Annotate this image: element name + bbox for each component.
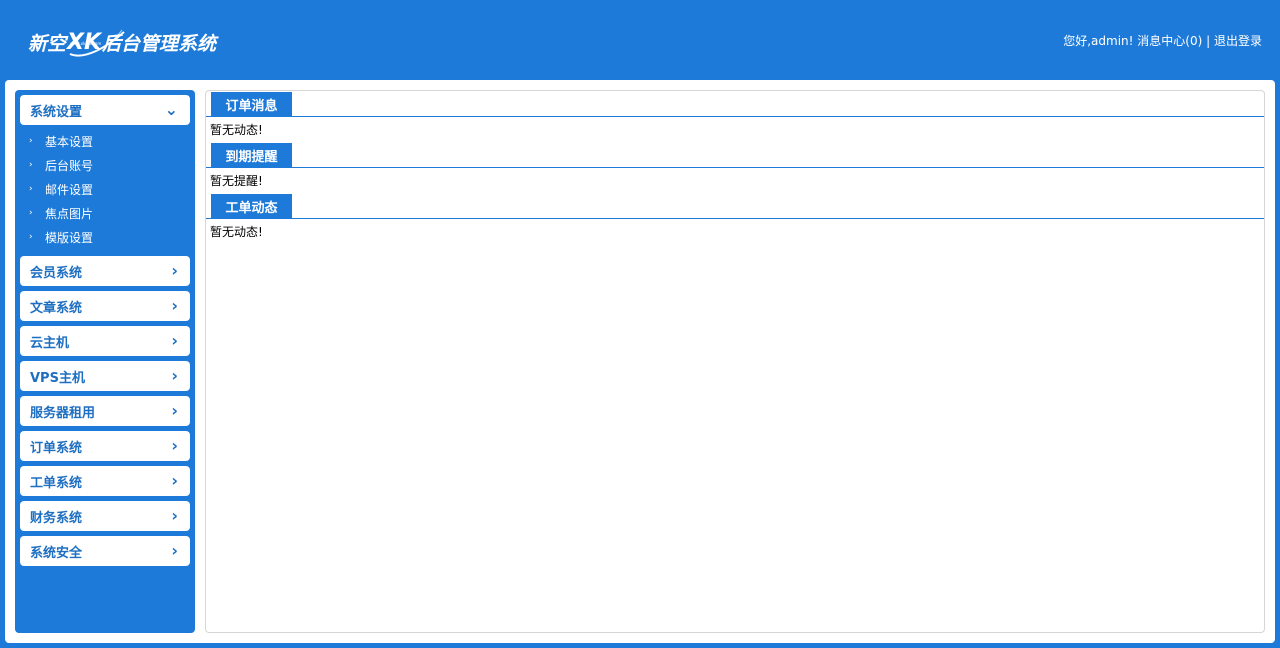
menu-head-server-rental[interactable]: 服务器租用 › — [20, 396, 190, 426]
submenu-item-basic-settings[interactable]: › 基本设置 — [15, 129, 195, 153]
section-title: 工单动态 — [211, 194, 292, 219]
logo-subtext: www.xknix.com — [70, 41, 102, 46]
bullet-arrow-icon: › — [29, 160, 33, 170]
menu-head-label: VPS主机 — [30, 370, 85, 386]
section-title: 订单消息 — [211, 92, 292, 117]
chevron-right-icon: › — [171, 366, 178, 385]
menu-group-vps: VPS主机 › — [15, 361, 195, 391]
menu-group-tickets: 工单系统 › — [15, 466, 195, 496]
bullet-arrow-icon: › — [29, 136, 33, 146]
menu-group-finance: 财务系统 › — [15, 501, 195, 531]
bullet-arrow-icon: › — [29, 232, 33, 242]
submenu-item-label: 基本设置 — [45, 134, 94, 149]
bullet-arrow-icon: › — [29, 208, 33, 218]
chevron-right-icon: › — [171, 541, 178, 560]
chevron-right-icon: › — [171, 331, 178, 350]
menu-head-label: 服务器租用 — [30, 405, 96, 421]
menu-head-label: 系统设置 — [30, 104, 83, 120]
greeting-text: 您好,admin! — [1063, 34, 1134, 48]
header: 新空 XK 后台管理系统 www.xknix.com 您好,admin! 消息中… — [0, 0, 1280, 80]
submenu-item-label: 邮件设置 — [45, 182, 94, 197]
menu-group-security: 系统安全 › — [15, 536, 195, 566]
menu-group-orders: 订单系统 › — [15, 431, 195, 461]
menu-group-cloud-host: 云主机 › — [15, 326, 195, 356]
submenu-item-admin-accounts[interactable]: › 后台账号 — [15, 153, 195, 177]
section-header-expiry: 到期提醒 — [206, 142, 1264, 168]
section-body-tickets: 暂无动态! — [210, 225, 263, 239]
submenu-item-focus-images[interactable]: › 焦点图片 — [15, 201, 195, 225]
menu-head-label: 会员系统 — [30, 265, 83, 281]
submenu-system-settings: › 基本设置 › 后台账号 › 邮件设置 › 焦点图片 › 模版设置 — [15, 125, 195, 251]
menu-head-members[interactable]: 会员系统 › — [20, 256, 190, 286]
menu-head-tickets[interactable]: 工单系统 › — [20, 466, 190, 496]
chevron-down-icon: ⌄ — [164, 100, 178, 119]
menu-head-label: 系统安全 — [30, 545, 83, 561]
menu-head-label: 文章系统 — [30, 300, 83, 316]
top-links: 您好,admin! 消息中心(0) | 退出登录 — [1063, 32, 1262, 49]
chevron-right-icon: › — [171, 471, 178, 490]
menu-head-system-settings[interactable]: 系统设置 ⌄ — [20, 95, 190, 125]
chevron-right-icon: › — [171, 506, 178, 525]
section-header-orders: 订单消息 — [206, 91, 1264, 117]
menu-group-server-rental: 服务器租用 › — [15, 396, 195, 426]
submenu-item-label: 模版设置 — [45, 230, 94, 245]
menu-head-security[interactable]: 系统安全 › — [20, 536, 190, 566]
chevron-right-icon: › — [171, 436, 178, 455]
section-body-orders: 暂无动态! — [210, 123, 263, 137]
submenu-item-label: 后台账号 — [45, 158, 94, 173]
chevron-right-icon: › — [171, 261, 178, 280]
menu-head-vps[interactable]: VPS主机 › — [20, 361, 190, 391]
menu-group-members: 会员系统 › — [15, 256, 195, 286]
section-title: 到期提醒 — [211, 143, 292, 168]
submenu-item-mail-settings[interactable]: › 邮件设置 — [15, 177, 195, 201]
menu-group-articles: 文章系统 › — [15, 291, 195, 321]
bullet-arrow-icon: › — [29, 184, 33, 194]
menu-group-system-settings: 系统设置 ⌄ › 基本设置 › 后台账号 › 邮件设置 › 焦点图片 › 模版设… — [15, 95, 195, 251]
menu-head-cloud-host[interactable]: 云主机 › — [20, 326, 190, 356]
menu-head-label: 订单系统 — [30, 440, 83, 456]
main-panel: 系统设置 ⌄ › 基本设置 › 后台账号 › 邮件设置 › 焦点图片 › 模版设… — [5, 80, 1275, 643]
submenu-item-template-settings[interactable]: › 模版设置 — [15, 225, 195, 249]
section-header-tickets: 工单动态 — [206, 193, 1264, 219]
menu-head-finance[interactable]: 财务系统 › — [20, 501, 190, 531]
chevron-right-icon: › — [171, 401, 178, 420]
logo-text-2: 后台管理系统 — [102, 32, 217, 55]
section-body-expiry: 暂无提醒! — [210, 174, 263, 188]
submenu-item-label: 焦点图片 — [45, 206, 94, 221]
logout-link[interactable]: 退出登录 — [1214, 34, 1262, 48]
menu-head-label: 工单系统 — [30, 475, 83, 491]
logo[interactable]: 新空 XK 后台管理系统 — [28, 22, 216, 62]
logo-text-1: 新空 — [28, 32, 67, 55]
menu-head-orders[interactable]: 订单系统 › — [20, 431, 190, 461]
menu-head-label: 云主机 — [30, 335, 70, 351]
menu-head-label: 财务系统 — [30, 510, 83, 526]
content-area: 订单消息 暂无动态! 到期提醒 暂无提醒! 工单动态 暂无动态! — [205, 90, 1265, 633]
menu-head-articles[interactable]: 文章系统 › — [20, 291, 190, 321]
sidebar: 系统设置 ⌄ › 基本设置 › 后台账号 › 邮件设置 › 焦点图片 › 模版设… — [15, 90, 195, 633]
separator: | — [1206, 34, 1211, 48]
chevron-right-icon: › — [171, 296, 178, 315]
message-center-link[interactable]: 消息中心(0) — [1137, 34, 1202, 48]
